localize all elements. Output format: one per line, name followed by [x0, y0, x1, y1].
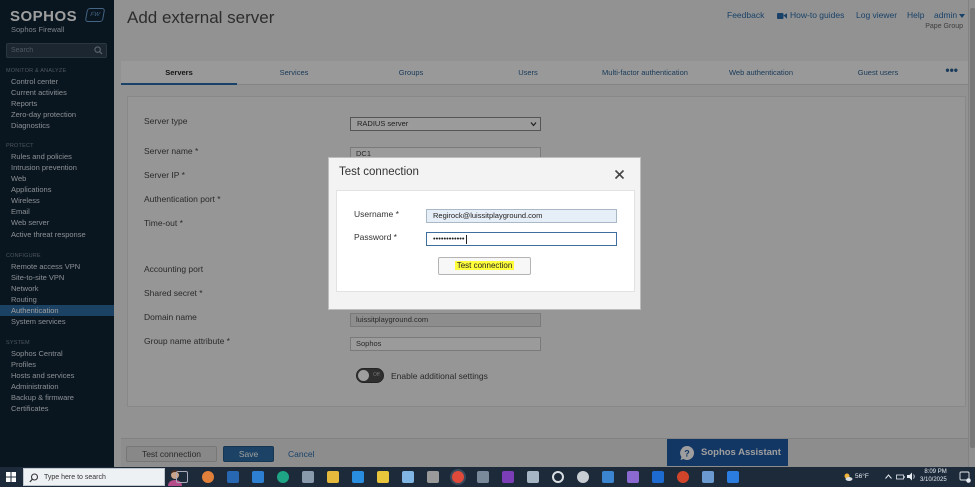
- chevron-up-icon[interactable]: [885, 474, 892, 479]
- username-input[interactable]: Regirock@luissitplayground.com: [426, 209, 617, 223]
- settings-gear-icon[interactable]: [577, 471, 589, 483]
- notification-icon[interactable]: [959, 471, 971, 483]
- text-cursor: [465, 234, 467, 244]
- taskbar-search[interactable]: Type here to search: [23, 468, 182, 486]
- onenote-icon[interactable]: [502, 471, 514, 483]
- edge-browser-icon[interactable]: [277, 471, 289, 483]
- username-label: Username *: [354, 209, 399, 219]
- chrome-browser-icon[interactable]: [452, 471, 464, 483]
- tools-app-icon[interactable]: [527, 471, 539, 483]
- windows-taskbar: Type here to search 56°F 8:09 PM 3/10/20…: [0, 467, 975, 487]
- volume-icon[interactable]: [907, 472, 917, 481]
- taskbar-search-placeholder: Type here to search: [44, 474, 106, 481]
- azure-app-icon[interactable]: [727, 471, 739, 483]
- windows-start-icon[interactable]: [0, 467, 22, 487]
- mail-icon[interactable]: [252, 471, 264, 483]
- power-app-icon[interactable]: [552, 471, 564, 483]
- outlook-icon[interactable]: [652, 471, 664, 483]
- photos-app-icon[interactable]: [702, 471, 714, 483]
- battery-icon[interactable]: [896, 473, 905, 481]
- snipping-tool-icon[interactable]: [402, 471, 414, 483]
- remote-desktop-icon[interactable]: [602, 471, 614, 483]
- dialog-test-connection-label: Test connection: [454, 261, 515, 270]
- widgets-icon[interactable]: [202, 471, 214, 483]
- powerpoint-icon[interactable]: [677, 471, 689, 483]
- dialog-body: Username * Regirock@luissitplayground.co…: [336, 190, 635, 292]
- sticky-notes-icon[interactable]: [377, 471, 389, 483]
- taskbar-clock[interactable]: 8:09 PM 3/10/2025: [920, 468, 947, 484]
- clock-date: 3/10/2025: [920, 477, 947, 483]
- search-icon: [29, 473, 39, 483]
- printer-icon[interactable]: [427, 471, 439, 483]
- close-icon[interactable]: [614, 169, 625, 180]
- file-explorer-icon[interactable]: [327, 471, 339, 483]
- test-connection-dialog: Test connection Username * Regirock@luis…: [328, 157, 641, 310]
- system-tray: 56°F 8:09 PM 3/10/2025: [840, 467, 975, 487]
- teams-icon[interactable]: [627, 471, 639, 483]
- network-app-icon[interactable]: [477, 471, 489, 483]
- clock-time: 8:09 PM: [924, 469, 947, 475]
- app-window: SOPHOS FW Sophos Firewall MONITOR & ANAL…: [0, 0, 975, 467]
- weather-temp[interactable]: 56°F: [855, 473, 869, 480]
- task-view-icon[interactable]: [176, 471, 188, 483]
- calculator-icon[interactable]: [227, 471, 239, 483]
- dialog-test-connection-button[interactable]: Test connection: [438, 257, 531, 275]
- password-input[interactable]: ••••••••••••: [426, 232, 617, 246]
- password-label: Password *: [354, 232, 397, 242]
- dialog-title: Test connection: [339, 166, 419, 178]
- weather-icon[interactable]: [843, 472, 853, 482]
- cube-app-icon[interactable]: [302, 471, 314, 483]
- password-mask: ••••••••••••: [433, 234, 465, 243]
- vs-code-icon[interactable]: [352, 471, 364, 483]
